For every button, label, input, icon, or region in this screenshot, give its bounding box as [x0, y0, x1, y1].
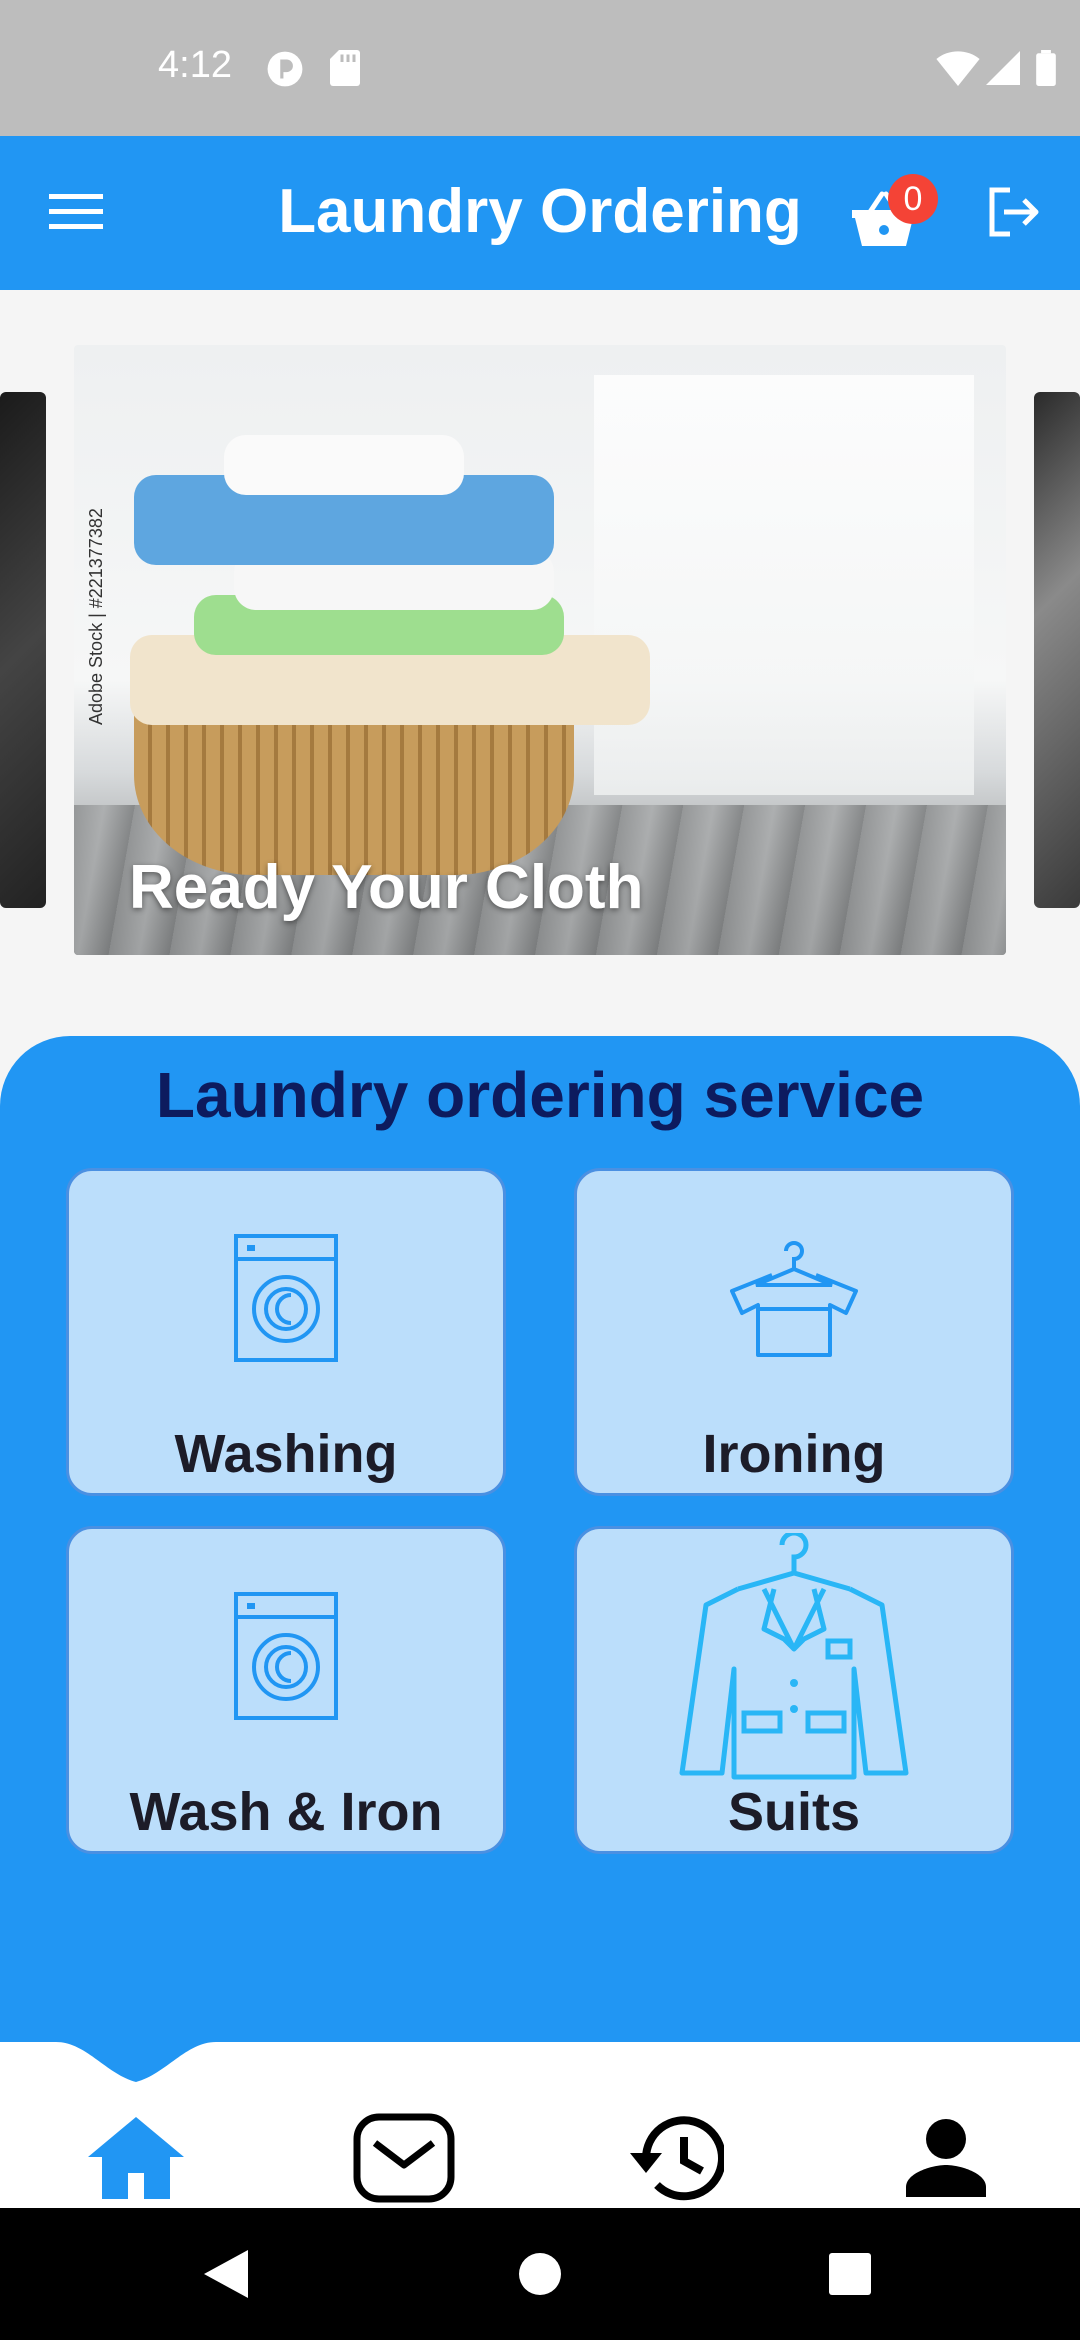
- service-label: Ironing: [702, 1424, 886, 1484]
- towel-top: [224, 435, 464, 495]
- ironed-shirt-icon: [577, 1231, 1011, 1361]
- suit-jacket-icon: [577, 1533, 1011, 1783]
- battery-icon: [1036, 50, 1056, 91]
- nav-home[interactable]: [76, 2110, 196, 2210]
- person-icon: [906, 2118, 986, 2202]
- app-screen: 4:12 Laundry Ordering 0 Adobe Stock | #2…: [0, 0, 1080, 2340]
- signal-icon: [986, 50, 1020, 91]
- service-card-washing[interactable]: Washing: [66, 1168, 506, 1496]
- carousel-caption: Ready Your Cloth: [129, 853, 644, 922]
- data-saver-icon: [266, 50, 304, 93]
- mail-icon: [353, 2113, 455, 2208]
- nav-history[interactable]: [614, 2110, 734, 2210]
- service-card-wash-iron[interactable]: Wash & Iron: [66, 1526, 506, 1854]
- system-recents-button[interactable]: [810, 2236, 890, 2316]
- sd-card-icon: [330, 50, 360, 91]
- bottom-nav: [0, 2042, 1080, 2208]
- history-icon: [624, 2113, 726, 2208]
- status-bar: 4:12: [0, 0, 1080, 136]
- logout-icon: [986, 186, 1042, 243]
- nav-profile[interactable]: [886, 2110, 1006, 2210]
- home-icon: [88, 2116, 184, 2204]
- window-light: [594, 375, 974, 795]
- service-title: Laundry ordering service: [155, 1059, 925, 1131]
- nav-messages[interactable]: [344, 2110, 464, 2210]
- service-label: Suits: [727, 1782, 861, 1842]
- system-nav-bar: [0, 2208, 1080, 2340]
- carousel-slide-next[interactable]: [1034, 392, 1080, 908]
- cart-button[interactable]: 0: [844, 174, 938, 260]
- service-panel: Laundry ordering service Washing Ironing…: [0, 1036, 1080, 2046]
- service-card-ironing[interactable]: Ironing: [574, 1168, 1014, 1496]
- nav-indicator: [56, 2042, 216, 2082]
- service-card-suits[interactable]: Suits: [574, 1526, 1014, 1854]
- recents-icon: [829, 2252, 871, 2300]
- carousel-slide-prev[interactable]: [0, 392, 46, 908]
- home-circle-icon: [518, 2252, 562, 2301]
- stock-watermark: Adobe Stock | #221377382: [86, 508, 106, 725]
- back-icon: [204, 2249, 248, 2303]
- logout-button[interactable]: [974, 174, 1054, 254]
- status-time: 4:12: [158, 44, 232, 86]
- washing-machine-icon: [69, 1591, 503, 1721]
- washing-machine-icon: [69, 1233, 503, 1363]
- cart-count-badge: 0: [888, 174, 938, 224]
- service-label: Wash & Iron: [129, 1782, 443, 1842]
- app-bar: Laundry Ordering 0: [0, 136, 1080, 290]
- wifi-icon: [936, 50, 980, 91]
- service-label: Washing: [174, 1424, 398, 1484]
- carousel-slide-current[interactable]: Adobe Stock | #221377382 Ready Your Clot…: [74, 345, 1006, 955]
- system-back-button[interactable]: [186, 2236, 266, 2316]
- system-home-button[interactable]: [500, 2236, 580, 2316]
